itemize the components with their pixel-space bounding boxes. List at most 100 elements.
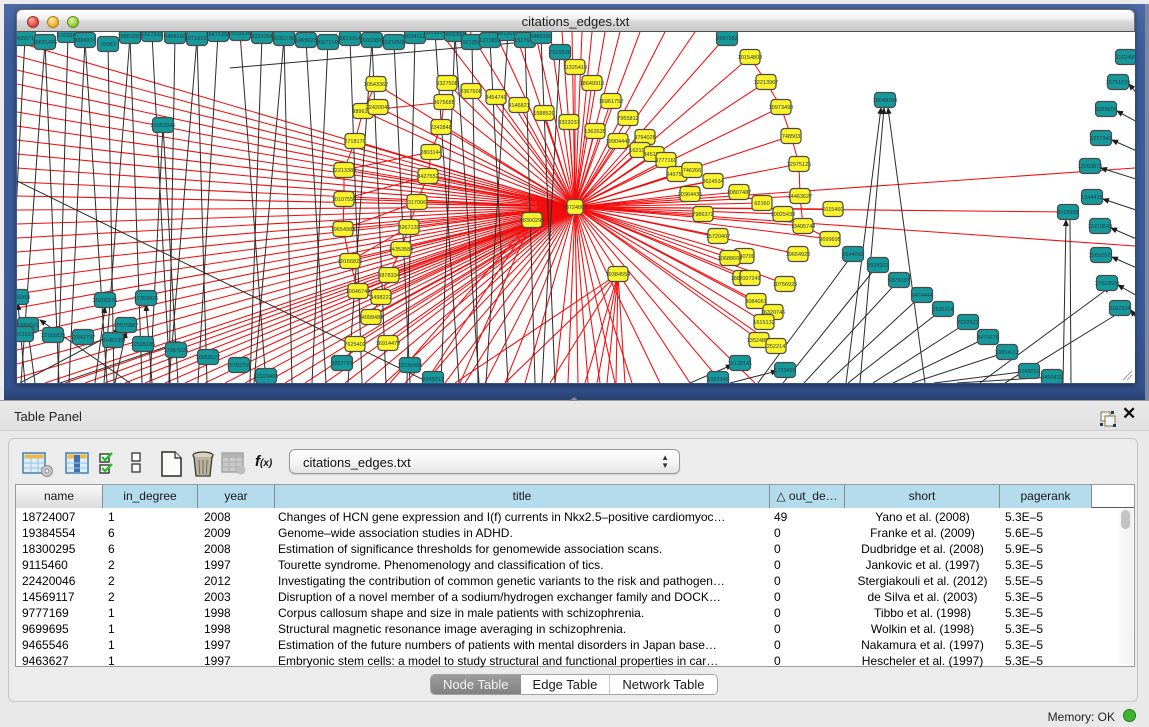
svg-text:19654983: 19654983 (331, 227, 355, 233)
svg-text:17957225: 17957225 (164, 348, 188, 354)
svg-text:9245052: 9245052 (1018, 369, 1039, 375)
svg-text:20364436: 20364436 (678, 192, 702, 198)
svg-text:8267130: 8267130 (398, 225, 419, 231)
svg-text:10973493: 10973493 (769, 105, 793, 111)
svg-text:9084067: 9084067 (745, 299, 766, 305)
svg-text:10025438: 10025438 (771, 212, 795, 218)
svg-text:20871145: 20871145 (316, 40, 340, 46)
svg-text:12942737: 12942737 (71, 335, 95, 341)
svg-text:7955812: 7955812 (617, 116, 638, 122)
svg-text:7986372: 7986372 (692, 212, 713, 218)
svg-text:9450432: 9450432 (1041, 375, 1062, 381)
svg-text:15692971: 15692971 (1089, 253, 1113, 259)
svg-text:19654923: 19654923 (786, 252, 810, 258)
svg-text:10807487: 10807487 (727, 190, 751, 196)
svg-text:12975125: 12975125 (787, 162, 811, 168)
svg-text:9498222: 9498222 (370, 295, 391, 301)
svg-text:10218506: 10218506 (382, 40, 406, 46)
svg-text:3624534: 3624534 (702, 179, 723, 185)
svg-text:3913157: 3913157 (17, 332, 34, 338)
svg-text:9694372: 9694372 (74, 38, 95, 44)
svg-text:15138141: 15138141 (728, 361, 752, 367)
svg-text:2687682: 2687682 (716, 36, 737, 42)
svg-text:8878334: 8878334 (378, 273, 399, 279)
svg-text:9699695: 9699695 (819, 237, 840, 243)
svg-text:10853267: 10853267 (118, 34, 142, 40)
svg-text:6466160: 6466160 (530, 34, 551, 40)
svg-text:8215958: 8215958 (1057, 210, 1078, 216)
svg-text:26266950: 26266950 (17, 295, 30, 301)
svg-text:1145139: 1145139 (102, 338, 123, 344)
svg-text:7632621: 7632621 (957, 320, 978, 326)
svg-text:1588520: 1588520 (533, 111, 554, 117)
svg-text:16210643: 16210643 (1088, 224, 1112, 230)
svg-text:7515536: 7515536 (229, 32, 250, 37)
svg-text:8322037: 8322037 (558, 120, 579, 126)
svg-text:8454749: 8454749 (485, 95, 506, 101)
svg-text:317006: 317006 (408, 200, 426, 206)
svg-text:10958127: 10958127 (196, 355, 220, 361)
svg-text:10046748: 10046748 (346, 289, 370, 295)
svg-text:9245012: 9245012 (422, 377, 443, 383)
svg-text:16033809: 16033809 (360, 38, 384, 44)
svg-text:18724007: 18724007 (563, 205, 587, 211)
svg-text:10688609: 10688609 (718, 256, 742, 262)
svg-text:1112450: 1112450 (1116, 55, 1135, 61)
svg-text:18640910: 18640910 (580, 81, 604, 87)
svg-text:15751074: 15751074 (1106, 80, 1130, 86)
svg-text:9794028: 9794028 (634, 135, 655, 141)
svg-text:18300295: 18300295 (520, 218, 544, 224)
svg-text:12505185: 12505185 (131, 342, 155, 348)
svg-text:20053346: 20053346 (151, 123, 175, 129)
svg-text:2367608: 2367608 (460, 89, 481, 95)
svg-text:9329906: 9329906 (1095, 107, 1116, 113)
svg-text:16782759: 16782759 (227, 363, 251, 369)
svg-text:12156829: 12156829 (41, 333, 65, 339)
svg-text:6466160: 6466160 (164, 34, 185, 40)
svg-text:14463627: 14463627 (788, 194, 812, 200)
svg-text:8471676: 8471676 (977, 335, 998, 341)
svg-text:17010504: 17010504 (1095, 281, 1119, 287)
svg-text:1733426: 1733426 (774, 368, 795, 374)
svg-text:16961758: 16961758 (599, 99, 623, 105)
svg-text:14099489: 14099489 (359, 315, 383, 321)
svg-text:19384554: 19384554 (606, 272, 630, 278)
svg-text:19904448: 19904448 (606, 139, 630, 145)
svg-text:10154808: 10154808 (738, 55, 762, 61)
svg-text:12923465: 12923465 (254, 374, 278, 380)
svg-text:6879197: 6879197 (888, 278, 909, 284)
svg-text:2718170: 2718170 (344, 139, 365, 145)
svg-text:9146821: 9146821 (508, 103, 529, 109)
svg-text:1527602: 1527602 (141, 32, 162, 38)
svg-text:11325419: 11325419 (563, 65, 587, 71)
svg-text:14353584: 14353584 (389, 247, 413, 253)
svg-text:1244415: 1244415 (1081, 195, 1102, 201)
svg-text:9777169: 9777169 (655, 158, 676, 164)
svg-text:12093873: 12093873 (1078, 164, 1102, 170)
svg-text:9474444: 9474444 (911, 293, 932, 299)
svg-text:10543362: 10543362 (364, 82, 388, 88)
svg-text:2803144: 2803144 (420, 150, 441, 156)
svg-text:16914479: 16914479 (376, 341, 400, 347)
svg-text:9227342: 9227342 (1090, 136, 1111, 142)
svg-text:7515536: 7515536 (549, 50, 570, 56)
svg-text:10107554: 10107554 (332, 197, 356, 203)
svg-text:16648784: 16648784 (873, 98, 897, 104)
svg-text:16671355: 16671355 (206, 32, 230, 38)
svg-text:20053: 20053 (100, 42, 115, 48)
svg-text:2935114: 2935114 (932, 307, 953, 313)
svg-text:1362635: 1362635 (584, 129, 605, 135)
svg-text:10756923: 10756923 (773, 282, 797, 288)
svg-text:22420046: 22420046 (366, 105, 390, 111)
svg-text:13736485: 13736485 (398, 363, 422, 369)
svg-text:1644093: 1644093 (842, 252, 863, 258)
svg-text:9115460: 9115460 (822, 207, 843, 213)
svg-text:8938923: 8938923 (867, 263, 888, 269)
svg-text:7625402: 7625402 (344, 342, 365, 348)
svg-text:20975887: 20975887 (114, 323, 138, 329)
svg-text:9182736: 9182736 (273, 36, 294, 42)
svg-text:10654112: 10654112 (995, 350, 1019, 356)
svg-text:20206576: 20206576 (93, 298, 117, 304)
svg-text:9857791: 9857791 (331, 361, 352, 367)
svg-text:15720407: 15720407 (706, 234, 730, 240)
